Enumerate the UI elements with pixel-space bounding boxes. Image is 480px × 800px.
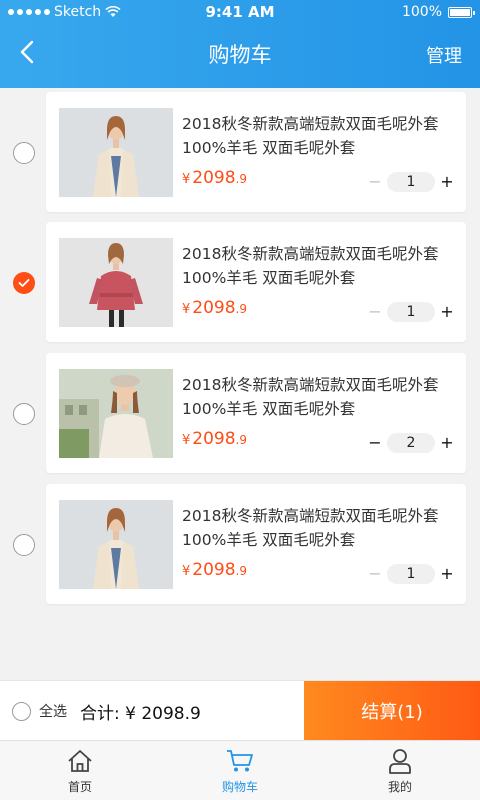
product-image xyxy=(59,108,173,197)
price-currency: ¥ xyxy=(182,564,191,579)
increase-button[interactable]: + xyxy=(440,302,454,322)
product-price: ¥2098.9 xyxy=(182,560,247,580)
decrease-button[interactable]: − xyxy=(368,564,382,584)
product-image xyxy=(59,500,173,589)
checkmark-icon xyxy=(18,279,30,287)
select-all-radio[interactable] xyxy=(12,701,31,721)
product-image xyxy=(59,369,173,458)
nav-bar: 购物车 管理 xyxy=(0,26,480,82)
price-integer: 2098 xyxy=(192,560,236,580)
tab-bar: 首页 购物车 我的 xyxy=(0,740,480,800)
decrease-button[interactable]: − xyxy=(368,302,382,322)
price-integer: 2098 xyxy=(192,168,236,188)
battery-icon xyxy=(448,6,475,18)
product-card[interactable]: 2018秋冬新款高端短款双面毛呢外套100%羊毛 双面毛呢外套 ¥2098.9 … xyxy=(46,353,466,473)
total-amount: 合计: ¥ 2098.9 xyxy=(80,704,201,724)
page-title: 购物车 xyxy=(208,43,272,67)
product-card[interactable]: 2018秋冬新款高端短款双面毛呢外套100%羊毛 双面毛呢外套 ¥2098.9 … xyxy=(46,92,466,212)
product-price: ¥2098.9 xyxy=(182,168,247,188)
cart-icon xyxy=(227,749,253,771)
product-title: 2018秋冬新款高端短款双面毛呢外套100%羊毛 双面毛呢外套 xyxy=(182,115,439,157)
tab-cart[interactable]: 购物车 xyxy=(160,741,320,800)
cart-item: 2018秋冬新款高端短款双面毛呢外套100%羊毛 双面毛呢外套 ¥2098.9 … xyxy=(0,353,480,473)
product-title: 2018秋冬新款高端短款双面毛呢外套100%羊毛 双面毛呢外套 xyxy=(182,245,439,287)
checkout-bar: 全选 合计: ¥ 2098.9 结算(1) xyxy=(0,680,480,741)
quantity-stepper: − 1 + xyxy=(368,564,454,584)
select-all-toggle[interactable]: 全选 xyxy=(12,701,67,721)
increase-button[interactable]: + xyxy=(440,172,454,192)
price-currency: ¥ xyxy=(182,302,191,317)
tab-profile[interactable]: 我的 xyxy=(320,741,480,800)
header-bar: Sketch 9:41 AM 100% 购物车 管理 xyxy=(0,0,480,88)
coat-beret-icon xyxy=(59,369,173,458)
coat-pink-icon xyxy=(59,238,173,327)
status-bar: Sketch 9:41 AM 100% xyxy=(0,0,480,26)
price-currency: ¥ xyxy=(182,172,191,187)
cart-list: 2018秋冬新款高端短款双面毛呢外套100%羊毛 双面毛呢外套 ¥2098.9 … xyxy=(0,88,480,680)
price-integer: 2098 xyxy=(192,298,236,318)
quantity-stepper: − 1 + xyxy=(368,172,454,192)
item-select-radio[interactable] xyxy=(13,403,35,425)
price-decimal: .9 xyxy=(235,302,247,316)
select-all-label: 全选 xyxy=(39,704,67,720)
cart-item: 2018秋冬新款高端短款双面毛呢外套100%羊毛 双面毛呢外套 ¥2098.9 … xyxy=(0,484,480,604)
tab-cart-label: 购物车 xyxy=(221,779,258,794)
item-select-radio[interactable] xyxy=(13,534,35,556)
decrease-button[interactable]: − xyxy=(368,172,382,192)
quantity-value[interactable]: 1 xyxy=(387,564,435,584)
product-card[interactable]: 2018秋冬新款高端短款双面毛呢外套100%羊毛 双面毛呢外套 ¥2098.9 … xyxy=(46,222,466,342)
product-title: 2018秋冬新款高端短款双面毛呢外套100%羊毛 双面毛呢外套 xyxy=(182,507,439,549)
user-icon xyxy=(389,748,411,774)
item-select-radio[interactable] xyxy=(13,142,35,164)
quantity-stepper: − 1 + xyxy=(368,302,454,322)
coat-cream-icon xyxy=(59,108,173,197)
increase-button[interactable]: + xyxy=(440,433,454,453)
quantity-value[interactable]: 1 xyxy=(387,302,435,322)
tab-home-label: 首页 xyxy=(67,779,92,794)
battery-info: 100% xyxy=(401,4,475,20)
decrease-button[interactable]: − xyxy=(368,433,382,453)
product-price: ¥2098.9 xyxy=(182,298,247,318)
tab-home[interactable]: 首页 xyxy=(0,741,160,800)
product-title: 2018秋冬新款高端短款双面毛呢外套100%羊毛 双面毛呢外套 xyxy=(182,376,439,418)
price-decimal: .9 xyxy=(235,564,247,578)
checkout-button[interactable]: 结算(1) xyxy=(304,681,480,741)
home-icon xyxy=(68,749,92,772)
item-select-radio[interactable] xyxy=(13,272,35,294)
manage-button[interactable]: 管理 xyxy=(426,42,462,68)
price-integer: 2098 xyxy=(192,429,236,449)
quantity-stepper: − 2 + xyxy=(368,433,454,453)
quantity-value[interactable]: 1 xyxy=(387,172,435,192)
price-decimal: .9 xyxy=(235,433,247,447)
product-image xyxy=(59,238,173,327)
price-currency: ¥ xyxy=(182,433,191,448)
cart-item: 2018秋冬新款高端短款双面毛呢外套100%羊毛 双面毛呢外套 ¥2098.9 … xyxy=(0,92,480,212)
price-decimal: .9 xyxy=(235,172,247,186)
tab-profile-label: 我的 xyxy=(387,779,412,794)
product-card[interactable]: 2018秋冬新款高端短款双面毛呢外套100%羊毛 双面毛呢外套 ¥2098.9 … xyxy=(46,484,466,604)
increase-button[interactable]: + xyxy=(440,564,454,584)
product-price: ¥2098.9 xyxy=(182,429,247,449)
cart-item: 2018秋冬新款高端短款双面毛呢外套100%羊毛 双面毛呢外套 ¥2098.9 … xyxy=(0,222,480,342)
battery-percent: 100% xyxy=(401,4,442,20)
quantity-value[interactable]: 2 xyxy=(387,433,435,453)
coat-cream-icon xyxy=(59,500,173,589)
